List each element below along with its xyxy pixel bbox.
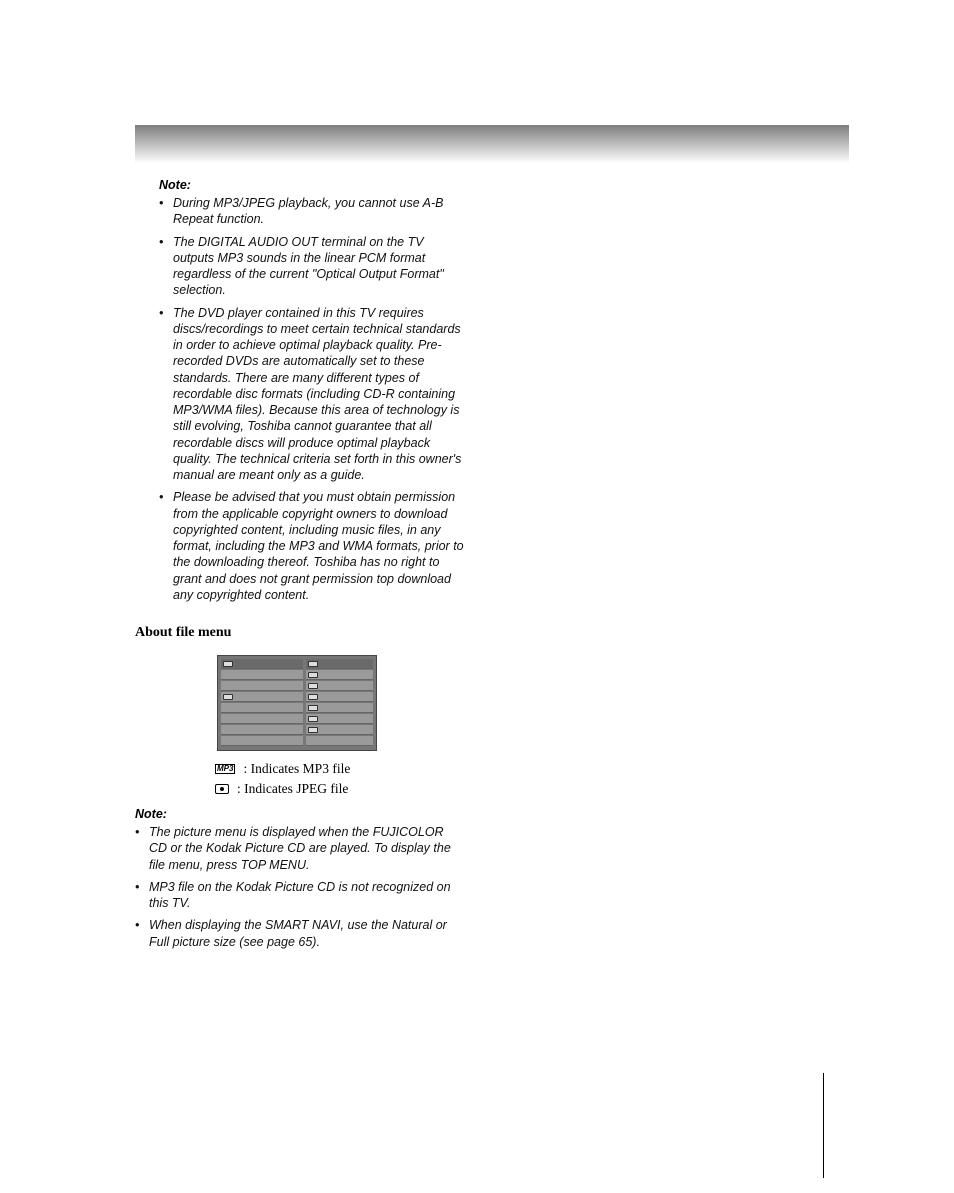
note-heading-2: Note:: [135, 807, 855, 821]
note-item: Please be advised that you must obtain p…: [159, 489, 464, 603]
header-band: [135, 125, 849, 163]
note-item: The DVD player contained in this TV requ…: [159, 305, 464, 484]
jpeg-indicator-label: : Indicates JPEG file: [237, 781, 348, 797]
note-item: The DIGITAL AUDIO OUT terminal on the TV…: [159, 234, 464, 299]
note-item: MP3 file on the Kodak Picture CD is not …: [135, 879, 465, 912]
file-menu-graphic: [217, 655, 377, 751]
mp3-indicator-label: : Indicates MP3 file: [243, 761, 350, 777]
note-item: During MP3/JPEG playback, you cannot use…: [159, 195, 464, 228]
note-item: The picture menu is displayed when the F…: [135, 824, 465, 873]
note-heading-1: Note:: [159, 178, 855, 192]
mp3-file-indicator-line: MP3 : Indicates MP3 file: [215, 761, 855, 777]
section-heading-about-file-menu: About file menu: [135, 625, 855, 641]
page-edge-marker: [823, 1073, 824, 1178]
mp3-icon: MP3: [215, 764, 235, 774]
page-content: Note: During MP3/JPEG playback, you cann…: [135, 178, 855, 956]
jpeg-icon: [215, 784, 229, 794]
jpeg-file-indicator-line: : Indicates JPEG file: [215, 781, 855, 797]
note-item: When displaying the SMART NAVI, use the …: [135, 917, 465, 950]
note-list-2: The picture menu is displayed when the F…: [135, 824, 855, 950]
note-list-1: During MP3/JPEG playback, you cannot use…: [135, 195, 855, 603]
